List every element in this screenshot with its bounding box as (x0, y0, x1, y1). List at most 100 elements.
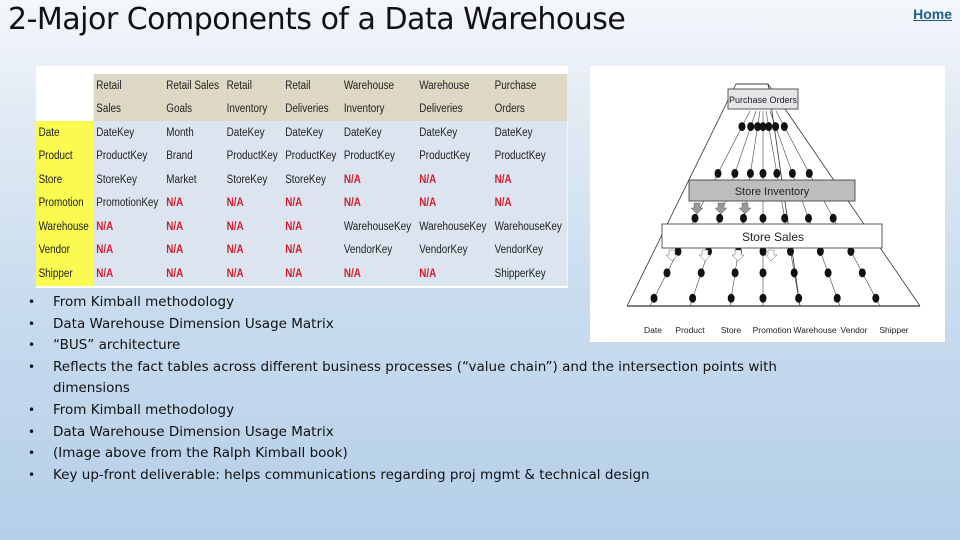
bullet-item: Data Warehouse Dimension Usage Matrix (22, 314, 852, 336)
matrix-key-cell: ProductKey (341, 144, 417, 168)
matrix-na-cell: N/A (163, 238, 225, 262)
matrix-dimension-cell: Date (36, 121, 94, 145)
matrix-na-cell: N/A (163, 262, 225, 286)
matrix-dimension-cell: Vendor (36, 238, 94, 262)
intersection-dot (765, 122, 773, 132)
matrix-row: Promotion PromotionKey N/A N/A N/A N/A N/A N/A (36, 191, 568, 215)
matrix-header-cell: Retail Sales (163, 74, 225, 98)
matrix-header-cell: Deliveries (282, 97, 342, 121)
matrix-na-cell: N/A (341, 191, 417, 215)
matrix-key-cell: VendorKey (416, 238, 493, 262)
intersection-dot (829, 213, 837, 223)
matrix-key-cell: ProductKey (416, 144, 493, 168)
matrix-table: Retail Retail Sales Retail Retail Warehouse W… (36, 74, 568, 286)
matrix-na-cell: N/A (341, 262, 417, 286)
intersection-dot (872, 293, 880, 303)
dimension-usage-matrix: Retail Retail Sales Retail Retail Warehouse W… (36, 66, 568, 288)
matrix-key-cell: DateKey (93, 121, 164, 145)
matrix-header-row: Retail Retail Sales Retail Retail Warehouse W… (36, 74, 568, 98)
matrix-na-cell: N/A (224, 238, 283, 262)
process-label-store-inventory: Store Inventory (735, 186, 810, 198)
arrow-icon (731, 249, 745, 262)
matrix-header-cell: Goals (163, 97, 225, 121)
intersection-dot (824, 268, 832, 278)
dimension-label: Shipper (879, 325, 908, 335)
matrix-key-cell: StoreKey (224, 168, 283, 192)
matrix-na-cell: N/A (416, 168, 493, 192)
matrix-na-cell: N/A (163, 191, 225, 215)
intersection-dot (780, 122, 788, 132)
matrix-key-cell: ProductKey (282, 144, 342, 168)
matrix-key-cell: ProductKey (93, 144, 164, 168)
matrix-row: Product ProductKey Brand ProductKey ProductK… (36, 144, 568, 168)
bullet-item: Key up-front deliverable: helps communic… (22, 465, 852, 487)
matrix-na-cell: N/A (416, 191, 493, 215)
matrix-key-cell: Month (163, 121, 225, 145)
bullet-item: “BUS” architecture (22, 335, 852, 357)
intersection-dot (738, 122, 746, 132)
matrix-header-cell: Retail (224, 74, 283, 98)
bullet-item: From Kimball methodology (22, 292, 852, 314)
intersection-dot (731, 268, 739, 278)
intersection-dot (759, 268, 767, 278)
intersection-dot (691, 213, 699, 223)
matrix-key-cell: DateKey (224, 121, 283, 145)
matrix-header-cell: Sales (93, 97, 164, 121)
matrix-key-cell: DateKey (416, 121, 493, 145)
matrix-header-cell: Deliveries (416, 97, 493, 121)
arrow-icon (764, 249, 778, 262)
matrix-key-cell: DateKey (282, 121, 342, 145)
matrix-header-cell: Purchase (492, 74, 568, 98)
matrix-key-cell: StoreKey (282, 168, 342, 192)
matrix-header-cell: Inventory (341, 97, 417, 121)
arrow-icon (714, 202, 728, 215)
matrix-key-cell: StoreKey (93, 168, 164, 192)
matrix-na-cell: N/A (163, 215, 225, 239)
bullet-item: (Image above from the Ralph Kimball book… (22, 443, 852, 465)
intersection-dot (788, 168, 796, 178)
matrix-key-cell: VendorKey (492, 238, 568, 262)
matrix-key-cell: DateKey (341, 121, 417, 145)
matrix-dimension-cell: Warehouse (36, 215, 94, 239)
matrix-na-cell: N/A (282, 191, 342, 215)
matrix-key-cell: ProductKey (224, 144, 283, 168)
matrix-na-cell: N/A (492, 168, 568, 192)
matrix-na-cell: N/A (224, 191, 283, 215)
matrix-corner-cell (36, 97, 94, 121)
matrix-na-cell: N/A (282, 262, 342, 286)
matrix-key-cell: ShipperKey (492, 262, 568, 286)
matrix-header-cell: Retail (282, 74, 342, 98)
intersection-dot (747, 122, 755, 132)
slide-title: 2-Major Components of a Data Warehouse (8, 2, 626, 37)
intersection-dot (663, 268, 671, 278)
matrix-row: Shipper N/A N/A N/A N/A N/A N/A ShipperKey (36, 262, 568, 286)
matrix-na-cell: N/A (416, 262, 493, 286)
matrix-row: Store StoreKey Market StoreKey StoreKey N/A N/… (36, 168, 568, 192)
matrix-na-cell: N/A (282, 215, 342, 239)
matrix-corner-cell (36, 74, 94, 98)
matrix-key-cell: WarehouseKey (341, 215, 417, 239)
intersection-dot (697, 268, 705, 278)
matrix-na-cell: N/A (93, 215, 164, 239)
matrix-header-cell: Retail (93, 74, 164, 98)
intersection-dot (772, 122, 780, 132)
matrix-header-row: Sales Goals Inventory Deliveries Inventory De… (36, 97, 568, 121)
matrix-row: Warehouse N/A N/A N/A N/A WarehouseKey Warehou… (36, 215, 568, 239)
matrix-header-cell: Inventory (224, 97, 283, 121)
matrix-key-cell: WarehouseKey (492, 215, 568, 239)
intersection-dot (731, 168, 739, 178)
matrix-key-cell: WarehouseKey (416, 215, 493, 239)
intersection-dot (716, 213, 724, 223)
bullet-list: From Kimball methodologyData Warehouse D… (22, 292, 852, 486)
matrix-header-cell: Warehouse (341, 74, 417, 98)
arrow-icon (690, 202, 704, 215)
home-link[interactable]: Home (913, 6, 952, 22)
matrix-na-cell: N/A (93, 238, 164, 262)
intersection-dot (759, 168, 767, 178)
process-label-purchase-orders: Purchase Orders (729, 95, 798, 105)
matrix-dimension-cell: Shipper (36, 262, 94, 286)
intersection-dot (805, 213, 812, 223)
intersection-dot (714, 168, 722, 178)
matrix-na-cell: N/A (224, 215, 283, 239)
intersection-dot (805, 168, 813, 178)
